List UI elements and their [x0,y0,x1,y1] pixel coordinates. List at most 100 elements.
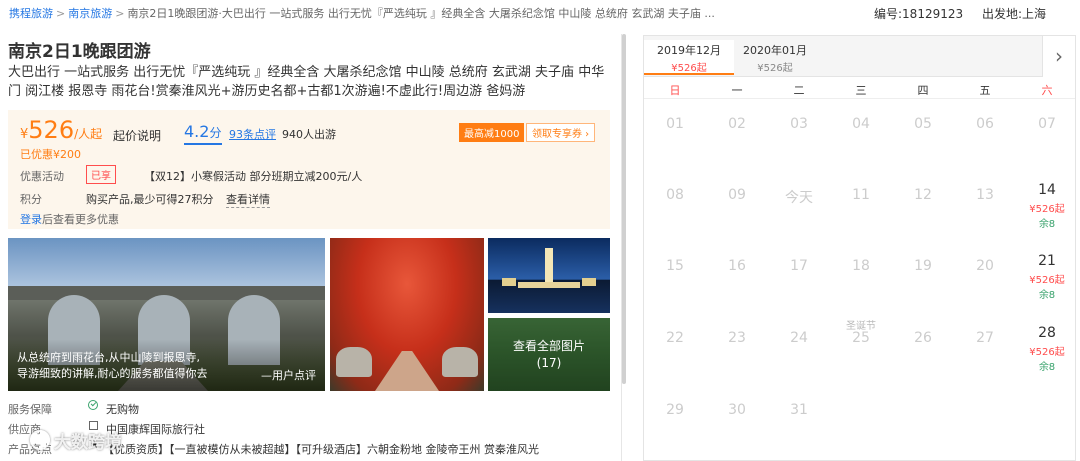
photo-statue-shape [336,347,372,377]
service-guarantee-value: 无购物 [106,403,139,416]
day-number: 17 [790,258,808,274]
day-number: 31 [790,402,808,418]
day-number: 30 [728,402,746,418]
photo-stone-path[interactable] [330,238,484,391]
claim-coupon-button[interactable]: 领取专享券 › [526,123,596,142]
breadcrumb-current: 南京2日1晚跟团游·大巴出行 一站式服务 出行无忧『严选纯玩 』经典全含 大屠杀… [127,7,715,20]
photo-count: (17) [536,356,562,370]
service-guarantee-label: 服务保障 [8,403,52,416]
calendar-day: 09 [706,187,768,203]
main-photo-city-gate[interactable]: 从总统府到雨花台,从中山陵到报恩寺, 导游细致的讲解,耐心的服务都值得你去 —用… [8,238,325,391]
price-unit: /人起 [74,127,103,141]
rating-value: 4.2 [184,122,210,141]
day-number: 21 [1038,253,1056,269]
calendar-day: 26 [892,330,954,346]
day-number: 15 [666,258,684,274]
calendar-day: 31 [768,402,830,418]
day-number: 01 [666,116,684,132]
review-quote-line: 从总统府到雨花台,从中山陵到报恩寺, [17,351,200,364]
product-code: 编号:18129123 [874,7,964,21]
day-number: 04 [852,116,870,132]
login-link[interactable]: 登录 [20,213,42,226]
photo-tower-shape [545,248,553,284]
next-month-arrow-icon[interactable]: › [1042,36,1075,77]
calendar-day-available[interactable]: 21 ¥526起 余8 [1016,253,1078,301]
calendar-day: 22 [644,330,706,346]
reviews-link[interactable]: 93条点评 [229,126,276,142]
review-quote: 从总统府到雨花台,从中山陵到报恩寺, 导游细致的讲解,耐心的服务都值得你去 [17,350,247,382]
photo-night-monument[interactable] [488,238,610,313]
calendar-day: 05 [892,116,954,132]
price-note-link[interactable]: 起价说明 [113,127,161,144]
visitor-count: 940人出游 [282,128,336,141]
discount-saved: 已优惠¥200 [20,148,81,161]
calendar-day: 30 [706,402,768,418]
calendar-day: 13 [954,187,1016,203]
weekday-label: 六 [1041,84,1053,97]
photo-base-shape [518,282,580,288]
promo-applied-badge: 已享 [86,165,116,184]
calendar-day: 19 [892,258,954,274]
breadcrumb-city-link[interactable]: 南京旅游 [68,7,112,20]
day-number: 24 [790,330,808,346]
day-number: 27 [976,330,994,346]
day-price: ¥526起 [1029,275,1065,286]
points-text: 购买产品,最少可得27积分 [86,193,214,206]
login-prompt-text: 后查看更多优惠 [42,213,119,226]
day-number: 07 [1038,116,1056,132]
rating-score[interactable]: 4.2分 [184,122,221,141]
calendar-day: 20 [954,258,1016,274]
day-number: 11 [852,187,870,203]
day-number: 08 [666,187,684,203]
day-number: 20 [976,258,994,274]
calendar-day: 今天 [768,187,830,207]
breadcrumb-separator: > [56,7,66,20]
calendar-day: 08 [644,187,706,203]
calendar-day: 03 [768,116,830,132]
max-discount-badge: 最高减1000 [459,123,525,142]
photo-path-shape [375,351,439,391]
day-number: 03 [790,116,808,132]
rating-underline [184,143,222,145]
view-all-photos-button[interactable]: 查看全部图片 (17) [488,338,610,372]
photo-hall-shape [502,278,516,286]
product-subtitle: 大巴出行 一站式服务 出行无忧『严选纯玩 』经典全含 大屠杀纪念馆 中山陵 总统… [8,65,605,99]
calendar-month-tabs: 2019年12月 ¥526起 2020年01月 ¥526起 › [644,36,1075,77]
day-number: 12 [914,187,932,203]
day-number: 25 [852,330,870,346]
price-amount: 526 [28,116,75,144]
points-label: 积分 [20,193,42,206]
scrollbar-thumb[interactable] [622,34,626,384]
promo-label: 优惠活动 [20,170,64,183]
day-number: 13 [976,187,994,203]
calendar-day: 07 [1016,116,1078,132]
calendar-day: 16 [706,258,768,274]
photo-statue-shape [442,347,478,377]
calendar-day-available[interactable]: 28 ¥526起 余8 [1016,325,1078,373]
weekday-divider [644,98,1075,99]
breadcrumb-home-link[interactable]: 携程旅游 [9,7,53,20]
weekday-label: 一 [731,84,743,97]
highlights-value: 【优质资质】【一直被模仿从未被超越】【可升级酒店】六朝金粉地 金陵帝王州 赏秦淮… [103,443,539,456]
festival-label: 圣诞节 [846,321,876,332]
points-details-link[interactable]: 查看详情 [226,191,270,208]
month-tab-dec[interactable]: 2019年12月 ¥526起 [644,40,734,75]
calendar-day: 29 [644,402,706,418]
month-tab-jan[interactable]: 2020年01月 ¥526起 [730,42,820,74]
calendar-day: 24 [768,330,830,346]
login-prompt: 登录后查看更多优惠 [20,211,119,227]
weekday-label: 二 [793,84,805,97]
calendar-day: 圣诞节 25 [830,321,892,346]
day-number: 14 [1038,182,1056,198]
day-number: 06 [976,116,994,132]
day-number: 16 [728,258,746,274]
calendar-day: 17 [768,258,830,274]
month-label: 2020年01月 [743,44,807,57]
view-all-photos-label: 查看全部图片 [512,339,585,353]
weekday-label: 五 [979,84,991,97]
day-price: ¥526起 [1029,347,1065,358]
day-number: 09 [728,187,746,203]
view-all-photos-tile[interactable]: 查看全部图片 (17) [488,318,610,391]
calendar-day-available[interactable]: 14 ¥526起 余8 [1016,182,1078,230]
day-number: 29 [666,402,684,418]
